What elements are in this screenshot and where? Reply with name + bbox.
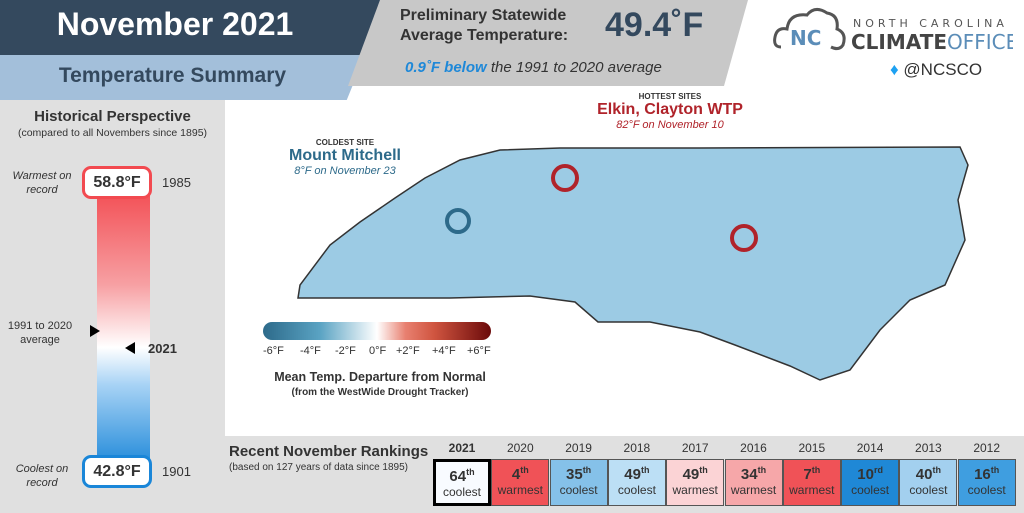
rank-number: 40 [915,466,933,483]
rank-suffix: th [990,465,1000,475]
rank-suffix: th [932,465,941,475]
legend-tick: -2°F [335,345,356,357]
rank-number: 7 [803,466,812,483]
ranking-label: coolest [851,483,890,497]
ranking-cell: 35th coolest [549,459,608,506]
ranking-rank: 49th [667,465,723,483]
ranking-label: coolest [442,485,482,499]
legend-tick: +6°F [467,345,491,357]
rank-number: 10 [857,466,874,483]
legend-tick: -6°F [263,345,284,357]
legend-tick: 0°F [369,345,387,357]
hottest-site-label: HOTTEST SITES Elkin, Clayton WTP 82°F on… [580,92,760,131]
ranking-cell: 7th warmest [782,459,841,506]
rank-suffix: rd [873,465,883,475]
coldest-heading: COLDEST SITE [315,138,375,147]
legend-tick: +4°F [432,345,456,357]
rank-suffix: th [640,465,650,475]
ranking-year: 2019 [565,441,592,455]
ranking-rank: 4th [492,465,548,483]
ranking-label: coolest [967,483,1006,497]
rank-number: 64 [449,468,467,485]
rank-number: 16 [974,466,991,483]
rank-number: 49 [624,466,641,483]
rank-suffix: th [466,467,475,477]
rank-number: 35 [566,466,583,483]
legend-colorbar [263,322,491,340]
ranking-label: warmest [789,483,835,497]
rank-suffix: th [582,465,592,475]
ranking-cell: 49th coolest [607,459,666,506]
coldest-site-label: COLDEST SITE Mount Mitchell 8°F on Novem… [265,138,425,177]
ranking-label: warmest [672,483,718,497]
rankings-title: Recent November Rankings [229,443,429,460]
rank-suffix: th [811,465,821,475]
rank-suffix: th [699,465,708,475]
ranking-year: 2017 [681,441,709,455]
ranking-rank: 34th [726,465,782,483]
rank-number: 34 [740,466,758,483]
ranking-year: 2014 [856,441,884,455]
ranking-rank: 40th [900,465,956,483]
ranking-cell: 4th warmest [491,459,550,506]
ranking-rank: 7th [784,465,840,483]
ranking-label: coolest [559,483,598,497]
ranking-year: 2015 [798,441,826,455]
ranking-cell: 10rd coolest [841,459,900,506]
coldest-name: Mount Mitchell [289,147,401,164]
legend-tick: +2°F [396,345,420,357]
rank-number: 4 [511,466,521,483]
ranking-label: warmest [730,483,777,497]
hottest-name: Elkin, Clayton WTP [597,101,743,118]
ranking-cell: 16th coolest [957,459,1016,506]
ranking-year: 2013 [915,441,942,455]
ranking-rank: 64th [436,467,488,485]
ranking-year: 2016 [740,441,767,455]
ranking-label: coolest [909,483,948,497]
rank-number: 49 [682,466,700,483]
ranking-year: 2012 [973,441,1001,455]
ranking-year: 2020 [506,441,534,455]
hottest-detail: 82°F on November 10 [616,119,724,131]
ranking-year: 2021 [448,441,476,455]
ranking-rank: 49th [609,465,665,483]
rank-suffix: th [757,465,767,475]
ranking-label: warmest [497,483,543,497]
ranking-year: 2018 [623,441,651,455]
rank-suffix: th [520,465,529,475]
ranking-rank: 35th [551,465,607,483]
legend-source: (from the WestWide Drought Tracker) [291,387,469,398]
coldest-detail: 8°F on November 23 [294,165,396,177]
ranking-cell: 49th warmest [666,459,725,506]
ranking-rank: 16th [959,465,1015,483]
ranking-label: coolest [617,483,656,497]
legend-tick: -4°F [300,345,321,357]
legend-title: Mean Temp. Departure from Normal [274,370,486,384]
ranking-cell: 34th warmest [724,459,783,506]
ranking-cell: 40th coolest [899,459,958,506]
ranking-rank: 10rd [842,465,898,483]
ranking-cell: 64th coolest [433,459,491,506]
hottest-heading: HOTTEST SITES [638,92,702,101]
rankings-subtitle: (based on 127 years of data since 1895) [229,462,409,473]
